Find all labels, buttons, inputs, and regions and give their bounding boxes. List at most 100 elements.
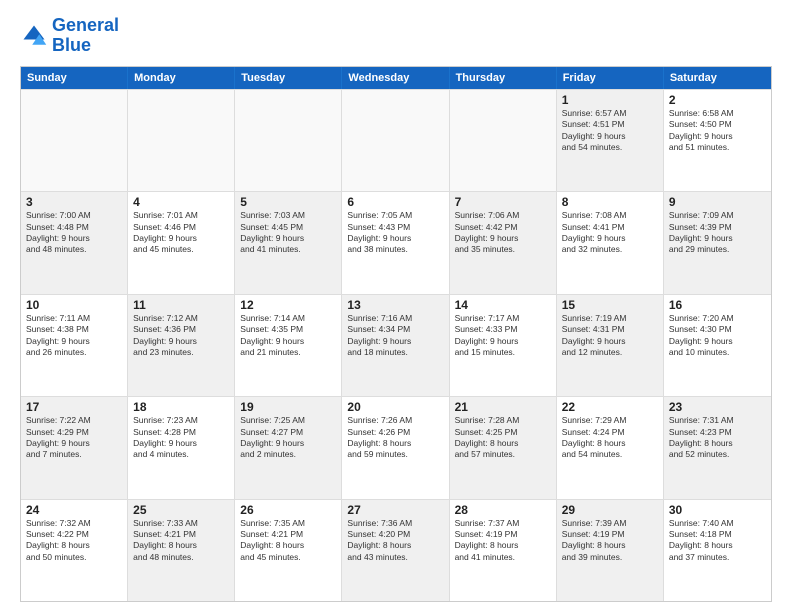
day-number: 24: [26, 503, 122, 517]
day-info: Sunrise: 7:36 AM Sunset: 4:20 PM Dayligh…: [347, 518, 443, 564]
day-info: Sunrise: 7:19 AM Sunset: 4:31 PM Dayligh…: [562, 313, 658, 359]
day-info: Sunrise: 7:35 AM Sunset: 4:21 PM Dayligh…: [240, 518, 336, 564]
day-number: 30: [669, 503, 766, 517]
calendar-cell-24: 24Sunrise: 7:32 AM Sunset: 4:22 PM Dayli…: [21, 500, 128, 601]
calendar-cell-10: 10Sunrise: 7:11 AM Sunset: 4:38 PM Dayli…: [21, 295, 128, 396]
calendar-cell-16: 16Sunrise: 7:20 AM Sunset: 4:30 PM Dayli…: [664, 295, 771, 396]
day-info: Sunrise: 6:58 AM Sunset: 4:50 PM Dayligh…: [669, 108, 766, 154]
day-number: 6: [347, 195, 443, 209]
header-day-tuesday: Tuesday: [235, 67, 342, 89]
calendar-body: 1Sunrise: 6:57 AM Sunset: 4:51 PM Daylig…: [21, 89, 771, 601]
day-number: 4: [133, 195, 229, 209]
header-day-monday: Monday: [128, 67, 235, 89]
logo-icon: [20, 22, 48, 50]
day-number: 16: [669, 298, 766, 312]
calendar-row-3: 17Sunrise: 7:22 AM Sunset: 4:29 PM Dayli…: [21, 396, 771, 498]
day-number: 19: [240, 400, 336, 414]
day-number: 11: [133, 298, 229, 312]
calendar-cell-29: 29Sunrise: 7:39 AM Sunset: 4:19 PM Dayli…: [557, 500, 664, 601]
day-info: Sunrise: 7:23 AM Sunset: 4:28 PM Dayligh…: [133, 415, 229, 461]
day-info: Sunrise: 7:16 AM Sunset: 4:34 PM Dayligh…: [347, 313, 443, 359]
calendar-cell-9: 9Sunrise: 7:09 AM Sunset: 4:39 PM Daylig…: [664, 192, 771, 293]
day-number: 8: [562, 195, 658, 209]
day-number: 3: [26, 195, 122, 209]
day-number: 2: [669, 93, 766, 107]
day-info: Sunrise: 7:29 AM Sunset: 4:24 PM Dayligh…: [562, 415, 658, 461]
day-number: 18: [133, 400, 229, 414]
day-number: 25: [133, 503, 229, 517]
header: General Blue: [20, 16, 772, 56]
day-info: Sunrise: 7:05 AM Sunset: 4:43 PM Dayligh…: [347, 210, 443, 256]
calendar-cell-26: 26Sunrise: 7:35 AM Sunset: 4:21 PM Dayli…: [235, 500, 342, 601]
day-number: 21: [455, 400, 551, 414]
day-number: 26: [240, 503, 336, 517]
day-info: Sunrise: 7:22 AM Sunset: 4:29 PM Dayligh…: [26, 415, 122, 461]
calendar-cell-3: 3Sunrise: 7:00 AM Sunset: 4:48 PM Daylig…: [21, 192, 128, 293]
header-day-wednesday: Wednesday: [342, 67, 449, 89]
logo-text: General Blue: [52, 16, 119, 56]
day-number: 9: [669, 195, 766, 209]
header-day-sunday: Sunday: [21, 67, 128, 89]
calendar-cell-18: 18Sunrise: 7:23 AM Sunset: 4:28 PM Dayli…: [128, 397, 235, 498]
day-number: 20: [347, 400, 443, 414]
calendar-cell-5: 5Sunrise: 7:03 AM Sunset: 4:45 PM Daylig…: [235, 192, 342, 293]
calendar-row-2: 10Sunrise: 7:11 AM Sunset: 4:38 PM Dayli…: [21, 294, 771, 396]
logo: General Blue: [20, 16, 119, 56]
calendar-cell-12: 12Sunrise: 7:14 AM Sunset: 4:35 PM Dayli…: [235, 295, 342, 396]
calendar-cell-2: 2Sunrise: 6:58 AM Sunset: 4:50 PM Daylig…: [664, 90, 771, 191]
calendar-cell-1: 1Sunrise: 6:57 AM Sunset: 4:51 PM Daylig…: [557, 90, 664, 191]
day-info: Sunrise: 7:14 AM Sunset: 4:35 PM Dayligh…: [240, 313, 336, 359]
day-info: Sunrise: 6:57 AM Sunset: 4:51 PM Dayligh…: [562, 108, 658, 154]
day-info: Sunrise: 7:20 AM Sunset: 4:30 PM Dayligh…: [669, 313, 766, 359]
day-info: Sunrise: 7:17 AM Sunset: 4:33 PM Dayligh…: [455, 313, 551, 359]
calendar-row-4: 24Sunrise: 7:32 AM Sunset: 4:22 PM Dayli…: [21, 499, 771, 601]
calendar-row-0: 1Sunrise: 6:57 AM Sunset: 4:51 PM Daylig…: [21, 89, 771, 191]
day-info: Sunrise: 7:00 AM Sunset: 4:48 PM Dayligh…: [26, 210, 122, 256]
header-day-friday: Friday: [557, 67, 664, 89]
calendar-cell-21: 21Sunrise: 7:28 AM Sunset: 4:25 PM Dayli…: [450, 397, 557, 498]
calendar-cell-30: 30Sunrise: 7:40 AM Sunset: 4:18 PM Dayli…: [664, 500, 771, 601]
calendar-cell-empty-4: [450, 90, 557, 191]
calendar-cell-13: 13Sunrise: 7:16 AM Sunset: 4:34 PM Dayli…: [342, 295, 449, 396]
day-info: Sunrise: 7:40 AM Sunset: 4:18 PM Dayligh…: [669, 518, 766, 564]
page: General Blue SundayMondayTuesdayWednesda…: [0, 0, 792, 612]
day-number: 27: [347, 503, 443, 517]
calendar-cell-empty-1: [128, 90, 235, 191]
day-info: Sunrise: 7:03 AM Sunset: 4:45 PM Dayligh…: [240, 210, 336, 256]
day-number: 28: [455, 503, 551, 517]
header-day-thursday: Thursday: [450, 67, 557, 89]
day-number: 29: [562, 503, 658, 517]
day-info: Sunrise: 7:12 AM Sunset: 4:36 PM Dayligh…: [133, 313, 229, 359]
calendar-cell-6: 6Sunrise: 7:05 AM Sunset: 4:43 PM Daylig…: [342, 192, 449, 293]
day-number: 5: [240, 195, 336, 209]
calendar-cell-empty-0: [21, 90, 128, 191]
day-number: 15: [562, 298, 658, 312]
calendar-cell-28: 28Sunrise: 7:37 AM Sunset: 4:19 PM Dayli…: [450, 500, 557, 601]
day-info: Sunrise: 7:01 AM Sunset: 4:46 PM Dayligh…: [133, 210, 229, 256]
day-info: Sunrise: 7:33 AM Sunset: 4:21 PM Dayligh…: [133, 518, 229, 564]
day-number: 12: [240, 298, 336, 312]
calendar-cell-19: 19Sunrise: 7:25 AM Sunset: 4:27 PM Dayli…: [235, 397, 342, 498]
day-info: Sunrise: 7:32 AM Sunset: 4:22 PM Dayligh…: [26, 518, 122, 564]
calendar-cell-23: 23Sunrise: 7:31 AM Sunset: 4:23 PM Dayli…: [664, 397, 771, 498]
day-info: Sunrise: 7:25 AM Sunset: 4:27 PM Dayligh…: [240, 415, 336, 461]
day-info: Sunrise: 7:28 AM Sunset: 4:25 PM Dayligh…: [455, 415, 551, 461]
day-number: 17: [26, 400, 122, 414]
day-number: 23: [669, 400, 766, 414]
day-info: Sunrise: 7:39 AM Sunset: 4:19 PM Dayligh…: [562, 518, 658, 564]
calendar-cell-4: 4Sunrise: 7:01 AM Sunset: 4:46 PM Daylig…: [128, 192, 235, 293]
calendar-cell-empty-2: [235, 90, 342, 191]
calendar-cell-15: 15Sunrise: 7:19 AM Sunset: 4:31 PM Dayli…: [557, 295, 664, 396]
day-number: 7: [455, 195, 551, 209]
calendar-cell-11: 11Sunrise: 7:12 AM Sunset: 4:36 PM Dayli…: [128, 295, 235, 396]
day-number: 1: [562, 93, 658, 107]
day-info: Sunrise: 7:26 AM Sunset: 4:26 PM Dayligh…: [347, 415, 443, 461]
day-info: Sunrise: 7:37 AM Sunset: 4:19 PM Dayligh…: [455, 518, 551, 564]
day-number: 10: [26, 298, 122, 312]
calendar: SundayMondayTuesdayWednesdayThursdayFrid…: [20, 66, 772, 602]
calendar-cell-14: 14Sunrise: 7:17 AM Sunset: 4:33 PM Dayli…: [450, 295, 557, 396]
day-number: 14: [455, 298, 551, 312]
calendar-cell-7: 7Sunrise: 7:06 AM Sunset: 4:42 PM Daylig…: [450, 192, 557, 293]
calendar-header: SundayMondayTuesdayWednesdayThursdayFrid…: [21, 67, 771, 89]
header-day-saturday: Saturday: [664, 67, 771, 89]
